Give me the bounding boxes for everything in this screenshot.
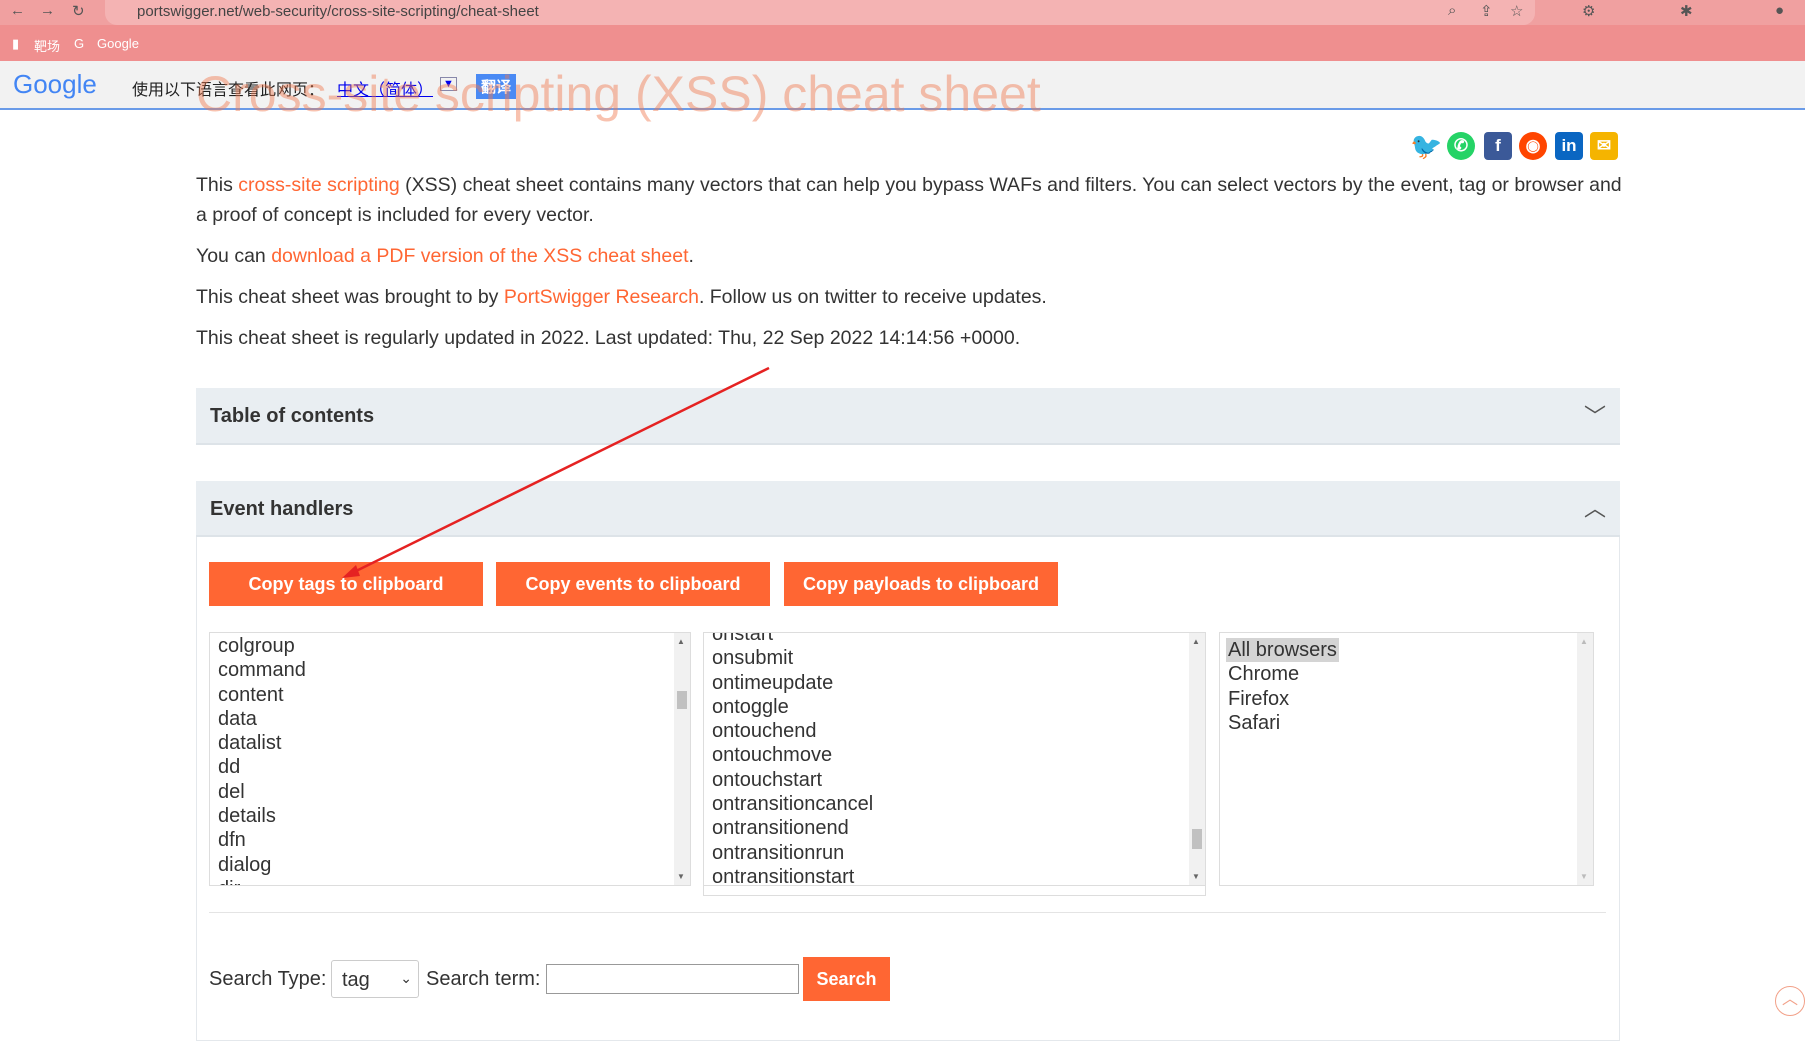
list-option[interactable]: Safari: [1220, 711, 1593, 735]
copy-events-button[interactable]: Copy events to clipboard: [496, 562, 770, 606]
star-icon[interactable]: ☆: [1510, 2, 1523, 20]
research-link[interactable]: PortSwigger Research: [504, 286, 699, 308]
bookmark-item[interactable]: 靶场: [34, 36, 60, 55]
list-option[interactable]: ontouchstart: [704, 768, 1205, 792]
scrollbar[interactable]: ▲ ▼: [674, 633, 690, 885]
chevron-down-icon[interactable]: ﹀: [1584, 388, 1606, 445]
page-title: Cross-site scripting (XSS) cheat sheet: [196, 66, 1041, 122]
copy-payloads-button[interactable]: Copy payloads to clipboard: [784, 562, 1058, 606]
list-option[interactable]: onsubmit: [704, 646, 1205, 670]
browser-toolbar: ← → ↻ portswigger.net/web-security/cross…: [0, 0, 1805, 25]
zoom-icon[interactable]: ⌕: [1448, 2, 1456, 19]
list-option[interactable]: datalist: [210, 731, 690, 755]
back-icon[interactable]: ←: [10, 2, 25, 19]
search-button[interactable]: Search: [803, 957, 890, 1001]
twitter-icon[interactable]: 🐦: [1410, 132, 1442, 160]
list-option[interactable]: content: [210, 683, 690, 707]
toc-header[interactable]: Table of contents ﹀: [196, 388, 1620, 445]
xss-link[interactable]: cross-site scripting: [238, 174, 399, 196]
bookmarks-bar: ▮ 靶场 G Google: [0, 25, 1805, 61]
search-type-select[interactable]: tag ⌄: [331, 960, 419, 998]
bookmark-folder-icon: ▮: [12, 36, 20, 51]
pdf-link[interactable]: download a PDF version of the XSS cheat …: [271, 245, 688, 267]
linkedin-icon[interactable]: in: [1555, 132, 1583, 160]
intro-paragraph: This cross-site scripting (XSS) cheat sh…: [196, 174, 1622, 226]
toc-label: Table of contents: [210, 405, 375, 427]
list-option[interactable]: All browsers: [1226, 638, 1339, 663]
address-bar[interactable]: portswigger.net/web-security/cross-site-…: [105, 0, 1535, 25]
list-option[interactable]: data: [210, 707, 690, 731]
whatsapp-icon[interactable]: ✆: [1447, 132, 1475, 160]
event-handlers-label: Event handlers: [210, 498, 354, 520]
list-option[interactable]: ontransitionrun: [704, 841, 1205, 865]
tags-list[interactable]: colgroup command content data datalist dd del d…: [209, 632, 691, 886]
pdf-paragraph: You can download a PDF version of the XS…: [196, 245, 694, 267]
extension-icon[interactable]: ⚙: [1582, 2, 1595, 20]
list-option[interactable]: command: [210, 658, 690, 682]
list-option[interactable]: ontransitionend: [704, 816, 1205, 840]
list-option[interactable]: details: [210, 804, 690, 828]
chevron-up-icon[interactable]: ︿: [1584, 481, 1606, 537]
list-option[interactable]: dialog: [210, 853, 690, 877]
google-logo: Google: [13, 69, 97, 99]
reload-icon[interactable]: ↻: [72, 2, 85, 20]
scrollbar[interactable]: ▲ ▼: [1577, 633, 1593, 885]
list-option[interactable]: ontransitioncancel: [704, 792, 1205, 816]
updated-paragraph: This cheat sheet is regularly updated in…: [196, 327, 1021, 349]
reddit-icon[interactable]: ◉: [1519, 132, 1547, 160]
url-text: portswigger.net/web-security/cross-site-…: [137, 3, 539, 20]
google-icon: G: [74, 36, 85, 51]
puzzle-icon[interactable]: ✱: [1680, 2, 1693, 20]
list-option[interactable]: Firefox: [1220, 687, 1593, 711]
profile-icon[interactable]: ●: [1775, 2, 1784, 19]
list-option[interactable]: ontoggle: [704, 695, 1205, 719]
list-option[interactable]: ontimeupdate: [704, 671, 1205, 695]
copy-tags-button[interactable]: Copy tags to clipboard: [209, 562, 483, 606]
scroll-top-icon[interactable]: ︿: [1775, 986, 1805, 1016]
share-icon[interactable]: ⇪: [1480, 2, 1493, 20]
list-option[interactable]: onstart: [704, 632, 1205, 646]
list-option[interactable]: dfn: [210, 828, 690, 852]
forward-icon[interactable]: →: [40, 2, 55, 19]
credits-paragraph: This cheat sheet was brought to by PortS…: [196, 286, 1047, 308]
event-handlers-header[interactable]: Event handlers ︿: [196, 481, 1620, 537]
chevron-down-icon: ⌄: [400, 970, 412, 986]
search-term-label: Search term:: [426, 968, 541, 990]
list-option[interactable]: colgroup: [210, 634, 690, 658]
events-list[interactable]: onstart onsubmit ontimeupdate ontoggle ontou…: [703, 632, 1206, 896]
search-term-input[interactable]: [546, 964, 799, 994]
list-option[interactable]: ontouchmove: [704, 743, 1205, 767]
facebook-icon[interactable]: f: [1484, 132, 1512, 160]
browsers-list[interactable]: All browsers Chrome Firefox Safari ▲ ▼: [1219, 632, 1594, 886]
list-option[interactable]: ontouchend: [704, 719, 1205, 743]
divider: [209, 912, 1606, 913]
list-option[interactable]: dd: [210, 755, 690, 779]
bookmark-item[interactable]: Google: [97, 36, 139, 51]
list-option[interactable]: ontransitionstart: [704, 865, 1205, 889]
email-icon[interactable]: ✉: [1590, 132, 1618, 160]
list-option[interactable]: del: [210, 780, 690, 804]
list-option[interactable]: Chrome: [1220, 662, 1593, 686]
search-type-label: Search Type:: [209, 968, 327, 990]
list-option[interactable]: dir: [210, 877, 690, 885]
